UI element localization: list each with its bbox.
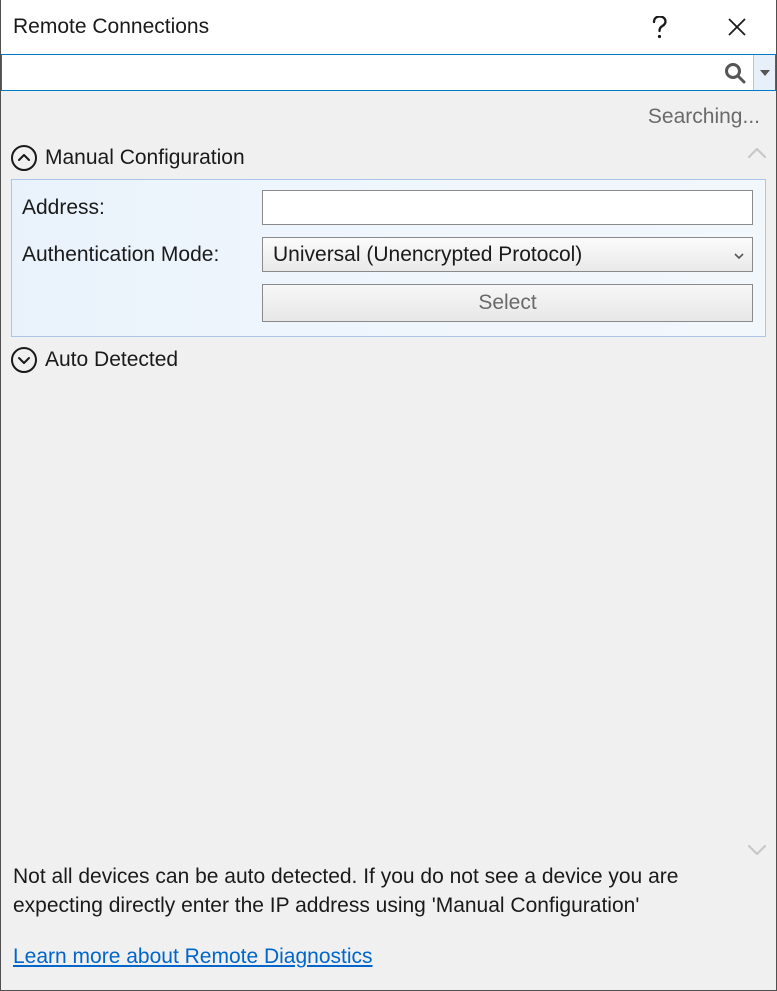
- content-area: Searching... Manual Configuration Addres…: [1, 91, 776, 990]
- close-button[interactable]: [698, 0, 776, 54]
- auto-detected-header[interactable]: Auto Detected: [1, 343, 776, 381]
- window-title: Remote Connections: [13, 15, 620, 39]
- footer: Not all devices can be auto detected. If…: [1, 863, 776, 990]
- close-icon: [727, 17, 747, 37]
- chevron-up-icon: [11, 145, 37, 171]
- auth-mode-value: Universal (Unencrypted Protocol): [273, 243, 734, 267]
- search-button[interactable]: [717, 55, 753, 90]
- auto-detected-title: Auto Detected: [45, 348, 178, 372]
- scroll-up-indicator: [748, 147, 766, 158]
- caret-down-icon: [760, 70, 770, 76]
- search-bar: [1, 54, 776, 91]
- status-text: Searching...: [1, 91, 776, 141]
- learn-more-link[interactable]: Learn more about Remote Diagnostics: [13, 943, 758, 972]
- help-icon: [652, 16, 667, 39]
- search-icon: [724, 62, 746, 84]
- scroll-down-indicator: [748, 845, 766, 856]
- footer-note-text: Not all devices can be auto detected. If…: [13, 865, 678, 917]
- search-dropdown-button[interactable]: [753, 55, 775, 90]
- auth-mode-label: Authentication Mode:: [22, 243, 262, 267]
- manual-config-header[interactable]: Manual Configuration: [1, 141, 776, 179]
- titlebar: Remote Connections: [1, 0, 776, 54]
- address-input[interactable]: [262, 190, 753, 225]
- caret-down-icon: [734, 247, 744, 262]
- manual-config-panel: Address: Authentication Mode: Universal …: [11, 179, 766, 337]
- select-button[interactable]: Select: [262, 284, 753, 322]
- help-button[interactable]: [620, 0, 698, 54]
- auth-mode-dropdown[interactable]: Universal (Unencrypted Protocol): [262, 237, 753, 272]
- manual-config-title: Manual Configuration: [45, 146, 245, 170]
- address-label: Address:: [22, 196, 262, 220]
- search-input[interactable]: [2, 55, 717, 90]
- remote-connections-dialog: Remote Connections: [0, 0, 777, 991]
- select-button-label: Select: [478, 291, 536, 315]
- chevron-down-icon: [11, 347, 37, 373]
